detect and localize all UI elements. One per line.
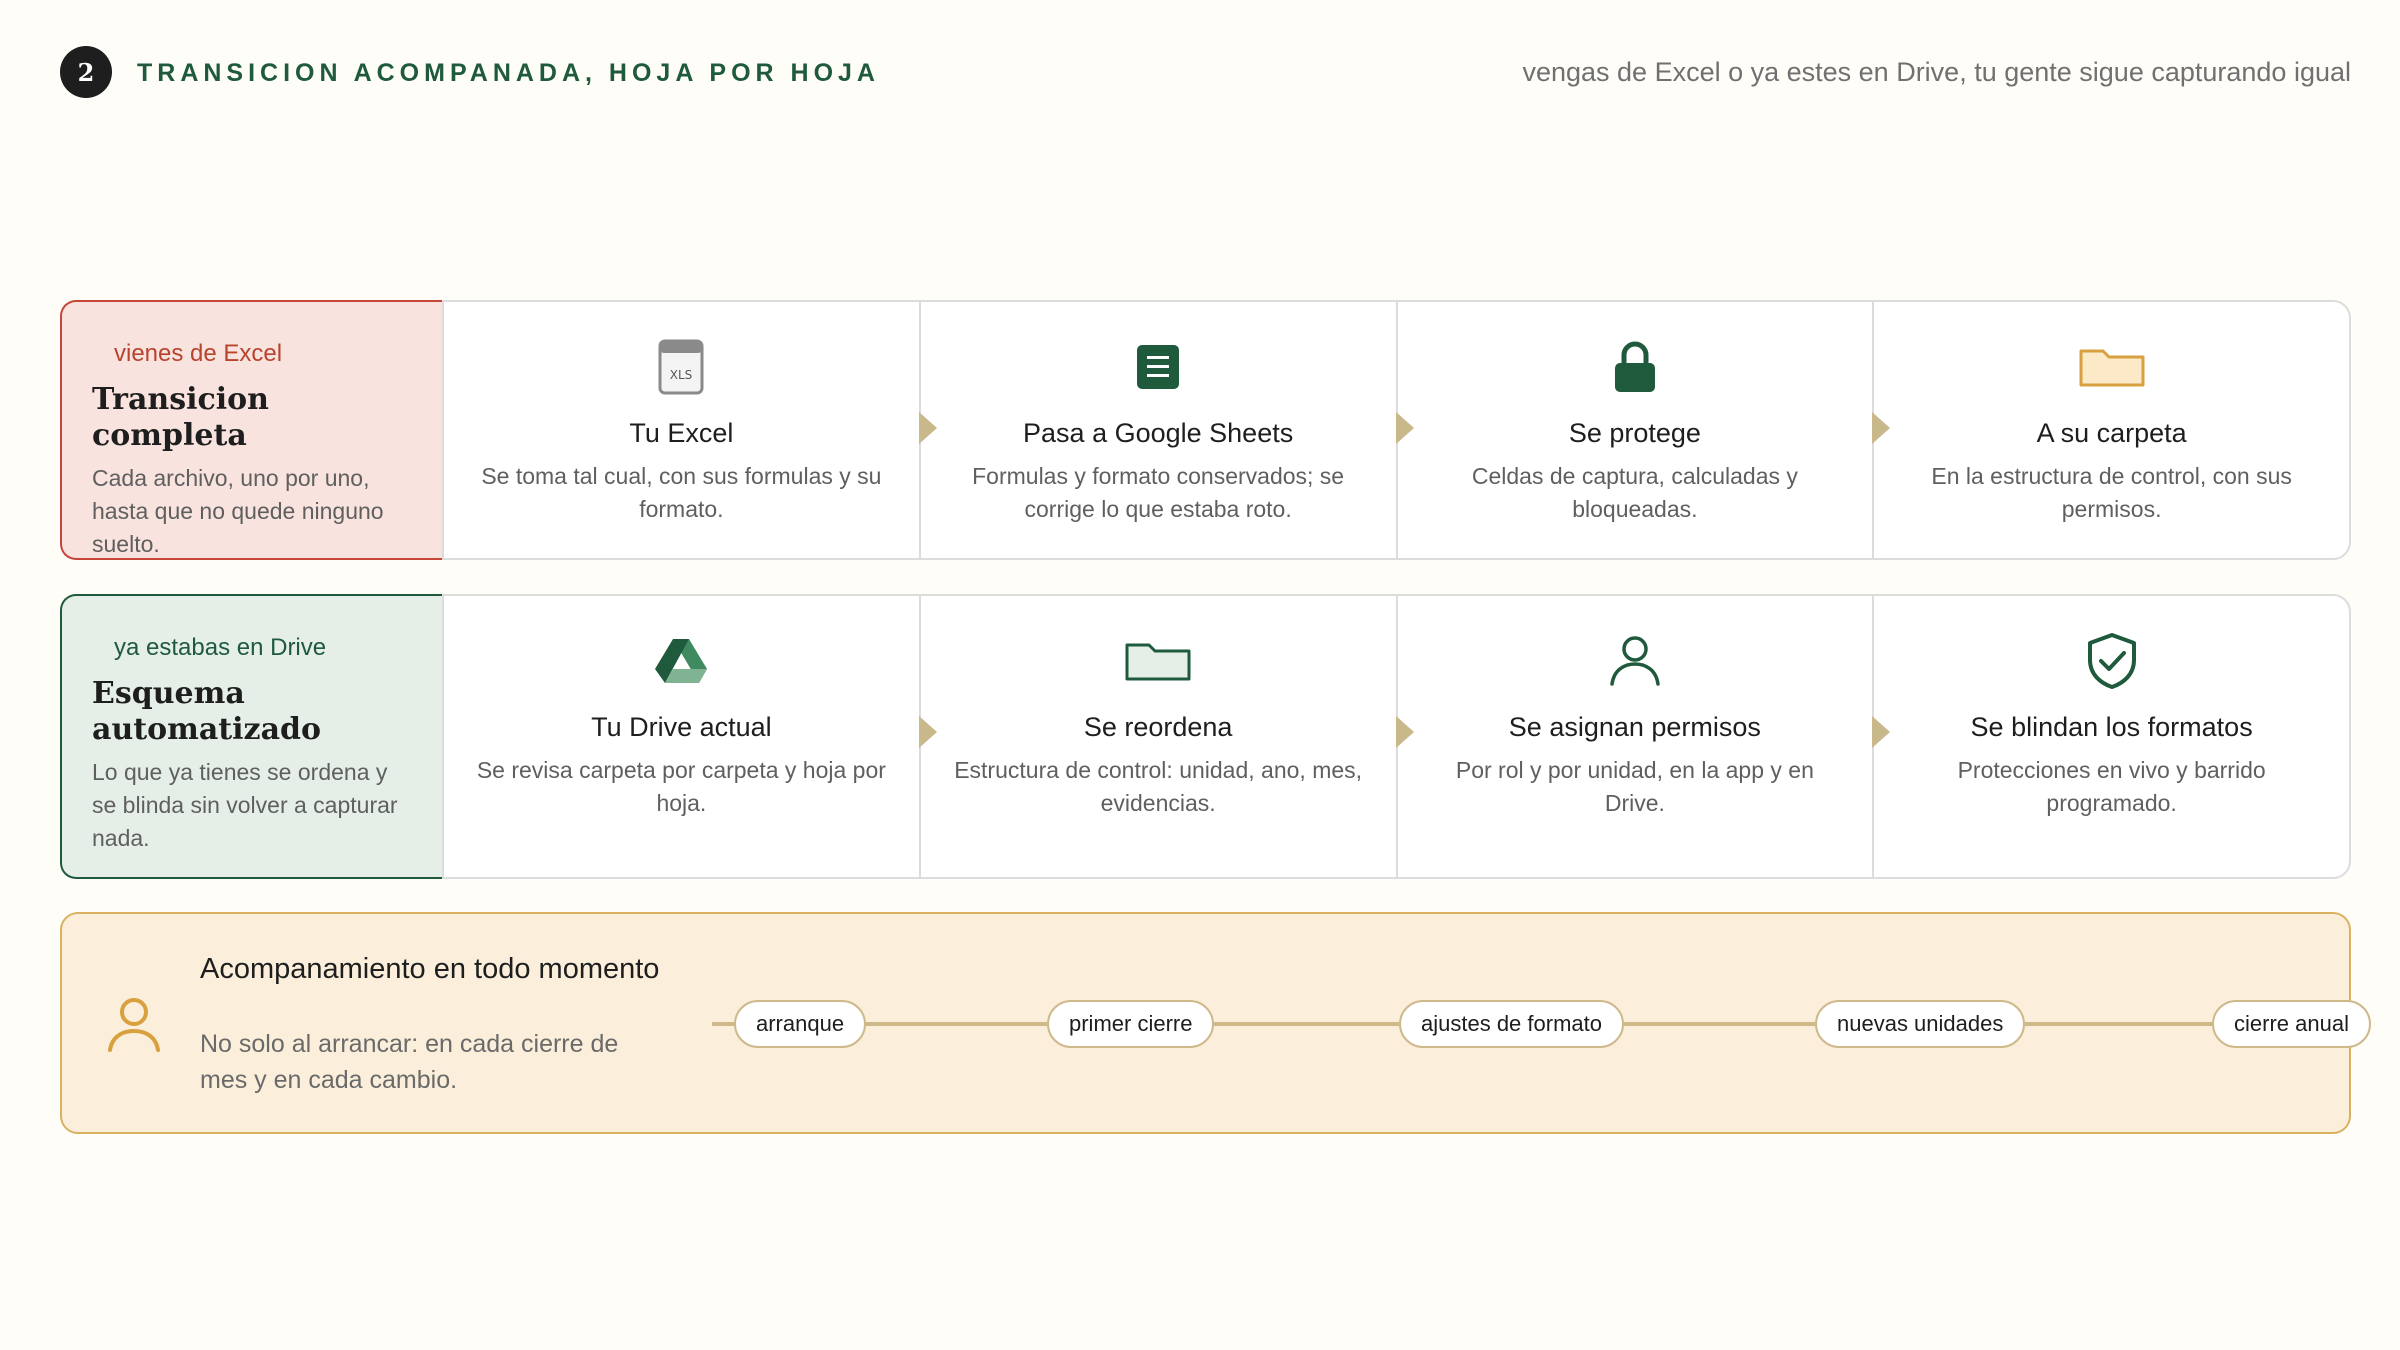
milestone-pill: nuevas unidades <box>1815 1000 2026 1048</box>
step-description: En la estructura de control, con sus per… <box>1931 463 2292 522</box>
excel-transition-row: vienes de Excel Transicion completa Cada… <box>60 300 2351 560</box>
user-icon <box>1426 630 1845 692</box>
step-number-badge: 2 <box>60 46 112 98</box>
flow-arrow-icon <box>918 716 937 748</box>
step-title: A su carpeta <box>2036 418 2187 448</box>
step-description: Protecciones en vivo y barrido programad… <box>1957 757 2266 816</box>
support-title: Acompanamiento en todo momento <box>200 953 660 985</box>
step-description: Formulas y formato conservados; se corri… <box>972 463 1345 522</box>
flow-arrow-icon <box>1395 716 1414 748</box>
excel-lead-card: vienes de Excel Transicion completa Cada… <box>60 300 442 560</box>
flow-arrow-icon <box>1872 716 1891 748</box>
step-se-protege: Se protege Celdas de captura, calculadas… <box>1395 302 1873 558</box>
step-su-carpeta: A su carpeta En la estructura de control… <box>1872 302 2349 558</box>
lead-title: Transicion completa <box>92 382 269 453</box>
step-title: Tu Drive actual <box>591 712 772 742</box>
drive-transition-row: ya estabas en Drive Esquema automatizado… <box>60 594 2351 879</box>
lead-title: Esquema automatizado <box>92 676 322 747</box>
step-se-asignan-permisos: Se asignan permisos Por rol y por unidad… <box>1395 596 1873 877</box>
person-icon <box>106 996 162 1059</box>
lead-label: vienes de Excel <box>114 340 283 367</box>
step-title: Pasa a Google Sheets <box>1023 418 1294 448</box>
step-description: Estructura de control: unidad, ano, mes,… <box>954 757 1363 816</box>
milestone-pill: primer cierre <box>1047 1000 1215 1048</box>
step-description: Celdas de captura, calculadas y bloquead… <box>1471 463 1798 522</box>
google-drive-icon <box>472 630 891 692</box>
step-tu-drive: Tu Drive actual Se revisa carpeta por ca… <box>442 596 919 877</box>
step-title: Se protege <box>1568 418 1701 448</box>
header-tagline: vengas de Excel o ya estes en Drive, tu … <box>1522 57 2351 87</box>
flow-arrow-icon <box>1872 412 1891 444</box>
step-google-sheets: Pasa a Google Sheets Formulas y formato … <box>918 302 1396 558</box>
step-title: Se reordena <box>1083 712 1233 742</box>
svg-text:XLS: XLS <box>670 368 693 382</box>
step-tu-excel: XLS Tu Excel Se toma tal cual, con sus f… <box>442 302 919 558</box>
drive-lead-card: ya estabas en Drive Esquema automatizado… <box>60 594 442 879</box>
step-description: Por rol y por unidad, en la app y en Dri… <box>1455 757 1814 816</box>
step-se-blindan-formatos: Se blindan los formatos Protecciones en … <box>1872 596 2349 877</box>
flow-arrow-icon <box>918 412 937 444</box>
step-se-reordena: Se reordena Estructura de control: unida… <box>918 596 1396 877</box>
sheets-document-icon <box>949 336 1368 398</box>
milestone-pill: ajustes de formato <box>1399 1000 1624 1048</box>
shield-check-icon <box>1902 630 2321 692</box>
step-title: Tu Excel <box>629 418 734 448</box>
step-description: Se toma tal cual, con sus formulas y su … <box>481 463 882 522</box>
milestone-timeline: arranque primer cierre ajustes de format… <box>672 1000 2371 1048</box>
folder-outline-icon <box>949 630 1368 692</box>
step-title: Se blindan los formatos <box>1970 712 2253 742</box>
lock-icon <box>1426 336 1845 398</box>
section-kicker: TRANSICION ACOMPANADA, HOJA POR HOJA <box>137 59 880 87</box>
step-description: Se revisa carpeta por carpeta y hoja por… <box>476 757 886 816</box>
slide-header: 2 TRANSICION ACOMPANADA, HOJA POR HOJA v… <box>60 46 2351 102</box>
xls-file-icon: XLS <box>472 336 891 398</box>
flow-arrow-icon <box>1395 412 1414 444</box>
lead-label: ya estabas en Drive <box>114 634 327 661</box>
folder-icon <box>1902 336 2321 398</box>
support-banner: Acompanamiento en todo momento No solo a… <box>60 912 2371 1134</box>
milestone-pill: cierre anual <box>2212 1000 2371 1048</box>
lead-description: Lo que ya tienes se ordena y se blinda s… <box>92 759 398 851</box>
support-description: No solo al arrancar: en cada cierre de m… <box>200 1030 619 1094</box>
step-title: Se asignan permisos <box>1508 712 1761 742</box>
lead-description: Cada archivo, uno por uno, hasta que no … <box>92 465 384 557</box>
milestone-pill: arranque <box>734 1000 867 1048</box>
